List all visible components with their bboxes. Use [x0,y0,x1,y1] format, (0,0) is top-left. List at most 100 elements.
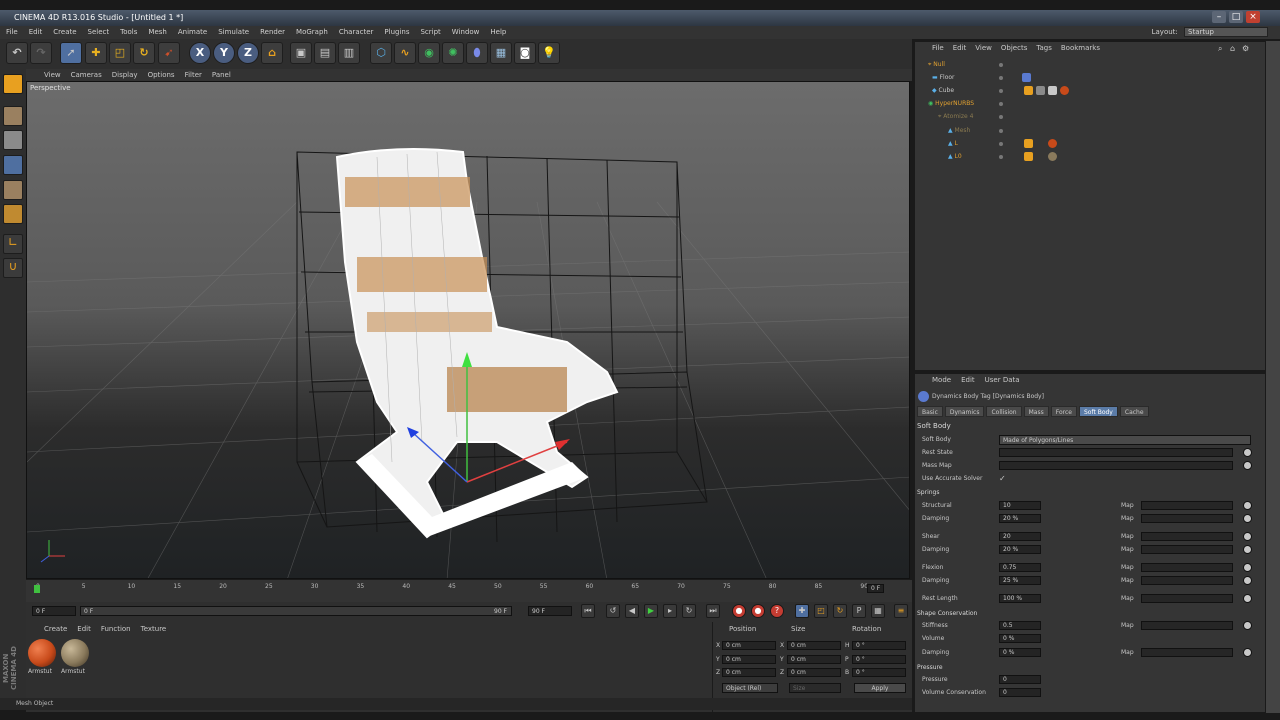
shear-field[interactable]: 20 [999,532,1041,541]
scale-tool-icon[interactable]: ◰ [109,42,131,64]
start-frame-field[interactable]: 0 F [32,606,76,616]
link-button-icon[interactable] [1243,545,1252,554]
coordinate-mode-dropdown[interactable]: Object (Rel) [722,683,778,693]
visibility-dot[interactable] [999,155,1003,159]
link-button-icon[interactable] [1243,514,1252,523]
x-axis-lock-button[interactable]: X [189,42,211,64]
apply-button[interactable]: Apply [854,683,906,693]
menu-tools[interactable]: Tools [120,26,137,39]
size-mode-dropdown[interactable]: Size [789,683,841,693]
tree-item-mesh[interactable]: ▲ Mesh [948,125,970,137]
render-picture-viewer-icon[interactable]: ▤ [314,42,336,64]
key-pla-icon[interactable]: ▦ [871,604,885,618]
dynamics-tag-icon[interactable] [1024,152,1033,161]
material-menu-edit[interactable]: Edit [77,625,91,633]
om-home-icon[interactable]: ⌂ [1230,44,1235,53]
menu-edit[interactable]: Edit [29,26,43,39]
tab-soft-body[interactable]: Soft Body [1078,406,1118,417]
material-tag-icon[interactable] [1060,86,1069,95]
position-y-field[interactable]: 0 cm [722,655,776,664]
rest-length-map-field[interactable] [1141,594,1233,603]
tree-item-l0[interactable]: ▲ L0 [948,151,962,163]
record-keys-icon[interactable]: ● [732,604,746,618]
deformer-icon[interactable]: ⬮ [466,42,488,64]
axis-mode-icon[interactable]: ∟ [3,234,23,254]
frame-range-slider[interactable]: 0 F 90 F [80,606,512,616]
link-button-icon[interactable] [1243,461,1252,470]
viewport-menu-filter[interactable]: Filter [185,69,202,81]
flexion-field[interactable]: 0.75 [999,563,1041,572]
menu-simulate[interactable]: Simulate [218,26,249,39]
key-scale-icon[interactable]: ◰ [814,604,828,618]
prev-frame-icon[interactable]: ◀ [625,604,639,618]
stiffness-field[interactable]: 0.5 [999,621,1041,630]
texture-tag-icon[interactable] [1048,86,1057,95]
tree-item-hypernurbs[interactable]: ◉ HyperNURBS [928,98,974,110]
texture-mode-icon[interactable] [3,130,23,150]
pressure-field[interactable]: 0 [999,675,1041,684]
tab-dynamics[interactable]: Dynamics [944,406,985,417]
camera-icon[interactable]: ◙ [514,42,536,64]
tree-item-l[interactable]: ▲ L [948,138,958,150]
recent-tool-icon[interactable]: ➹ [158,42,180,64]
goto-start-icon[interactable]: ⏮ [581,604,595,618]
menu-mesh[interactable]: Mesh [148,26,166,39]
tab-cache[interactable]: Cache [1119,406,1149,417]
tree-item-floor[interactable]: ▬ Floor [932,72,955,84]
key-position-icon[interactable]: ✚ [795,604,809,618]
viewport-menu-panel[interactable]: Panel [212,69,231,81]
menu-create[interactable]: Create [53,26,76,39]
link-button-icon[interactable] [1243,576,1252,585]
phong-tag-icon[interactable] [1022,73,1031,82]
material-swatch[interactable] [61,639,89,667]
link-button-icon[interactable] [1243,532,1252,541]
undo-icon[interactable]: ↶ [6,42,28,64]
om-menu-edit[interactable]: Edit [953,44,967,52]
light-icon[interactable]: 💡 [538,42,560,64]
menu-animate[interactable]: Animate [178,26,207,39]
soft-body-dropdown[interactable]: Made of Polygons/Lines [999,435,1251,445]
shape-damping-field[interactable]: 0 % [999,648,1041,657]
structural-damping-field[interactable]: 20 % [999,514,1041,523]
texture-tag-icon[interactable] [1036,86,1045,95]
play-icon[interactable]: ▶ [644,604,658,618]
prev-key-icon[interactable]: ↺ [606,604,620,618]
om-search-icon[interactable]: ⌕ [1218,44,1222,54]
spline-icon[interactable]: ∿ [394,42,416,64]
rest-length-field[interactable]: 100 % [999,594,1041,603]
model-mode-icon[interactable] [3,74,23,94]
link-button-icon[interactable] [1243,563,1252,572]
visibility-dot[interactable] [999,142,1003,146]
material-tag-icon[interactable] [1048,152,1057,161]
damping-map-field[interactable] [1141,545,1233,554]
om-menu-view[interactable]: View [975,44,992,52]
volume-field[interactable]: 0 % [999,634,1041,643]
edges-mode-icon[interactable] [3,180,23,200]
menu-mograph[interactable]: MoGraph [296,26,328,39]
tab-basic[interactable]: Basic [917,406,943,417]
array-icon[interactable]: ✺ [442,42,464,64]
material-menu-create[interactable]: Create [44,625,67,633]
om-menu-objects[interactable]: Objects [1001,44,1027,52]
visibility-dot[interactable] [999,76,1003,80]
timeline[interactable] [26,580,912,602]
move-tool-icon[interactable]: ✚ [85,42,107,64]
mass-map-field[interactable] [999,461,1233,470]
next-frame-icon[interactable]: ▸ [663,604,677,618]
render-settings-icon[interactable]: ▥ [338,42,360,64]
tree-item-cube[interactable]: ◆ Cube [932,85,954,97]
visibility-dot[interactable] [999,129,1003,133]
tab-force[interactable]: Force [1050,406,1077,417]
size-y-field[interactable]: 0 cm [787,655,841,664]
rotate-tool-icon[interactable]: ↻ [133,42,155,64]
menu-help[interactable]: Help [490,26,506,39]
close-button[interactable]: × [1246,11,1260,23]
accurate-solver-checkbox[interactable]: ✓ [999,474,1006,483]
right-scrollbar[interactable] [1266,41,1280,713]
structural-field[interactable]: 10 [999,501,1041,510]
autokey-icon[interactable]: ● [751,604,765,618]
link-button-icon[interactable] [1243,594,1252,603]
viewport-menu-options[interactable]: Options [148,69,175,81]
nurbs-icon[interactable]: ◉ [418,42,440,64]
snap-magnet-icon[interactable]: ∪ [3,258,23,278]
